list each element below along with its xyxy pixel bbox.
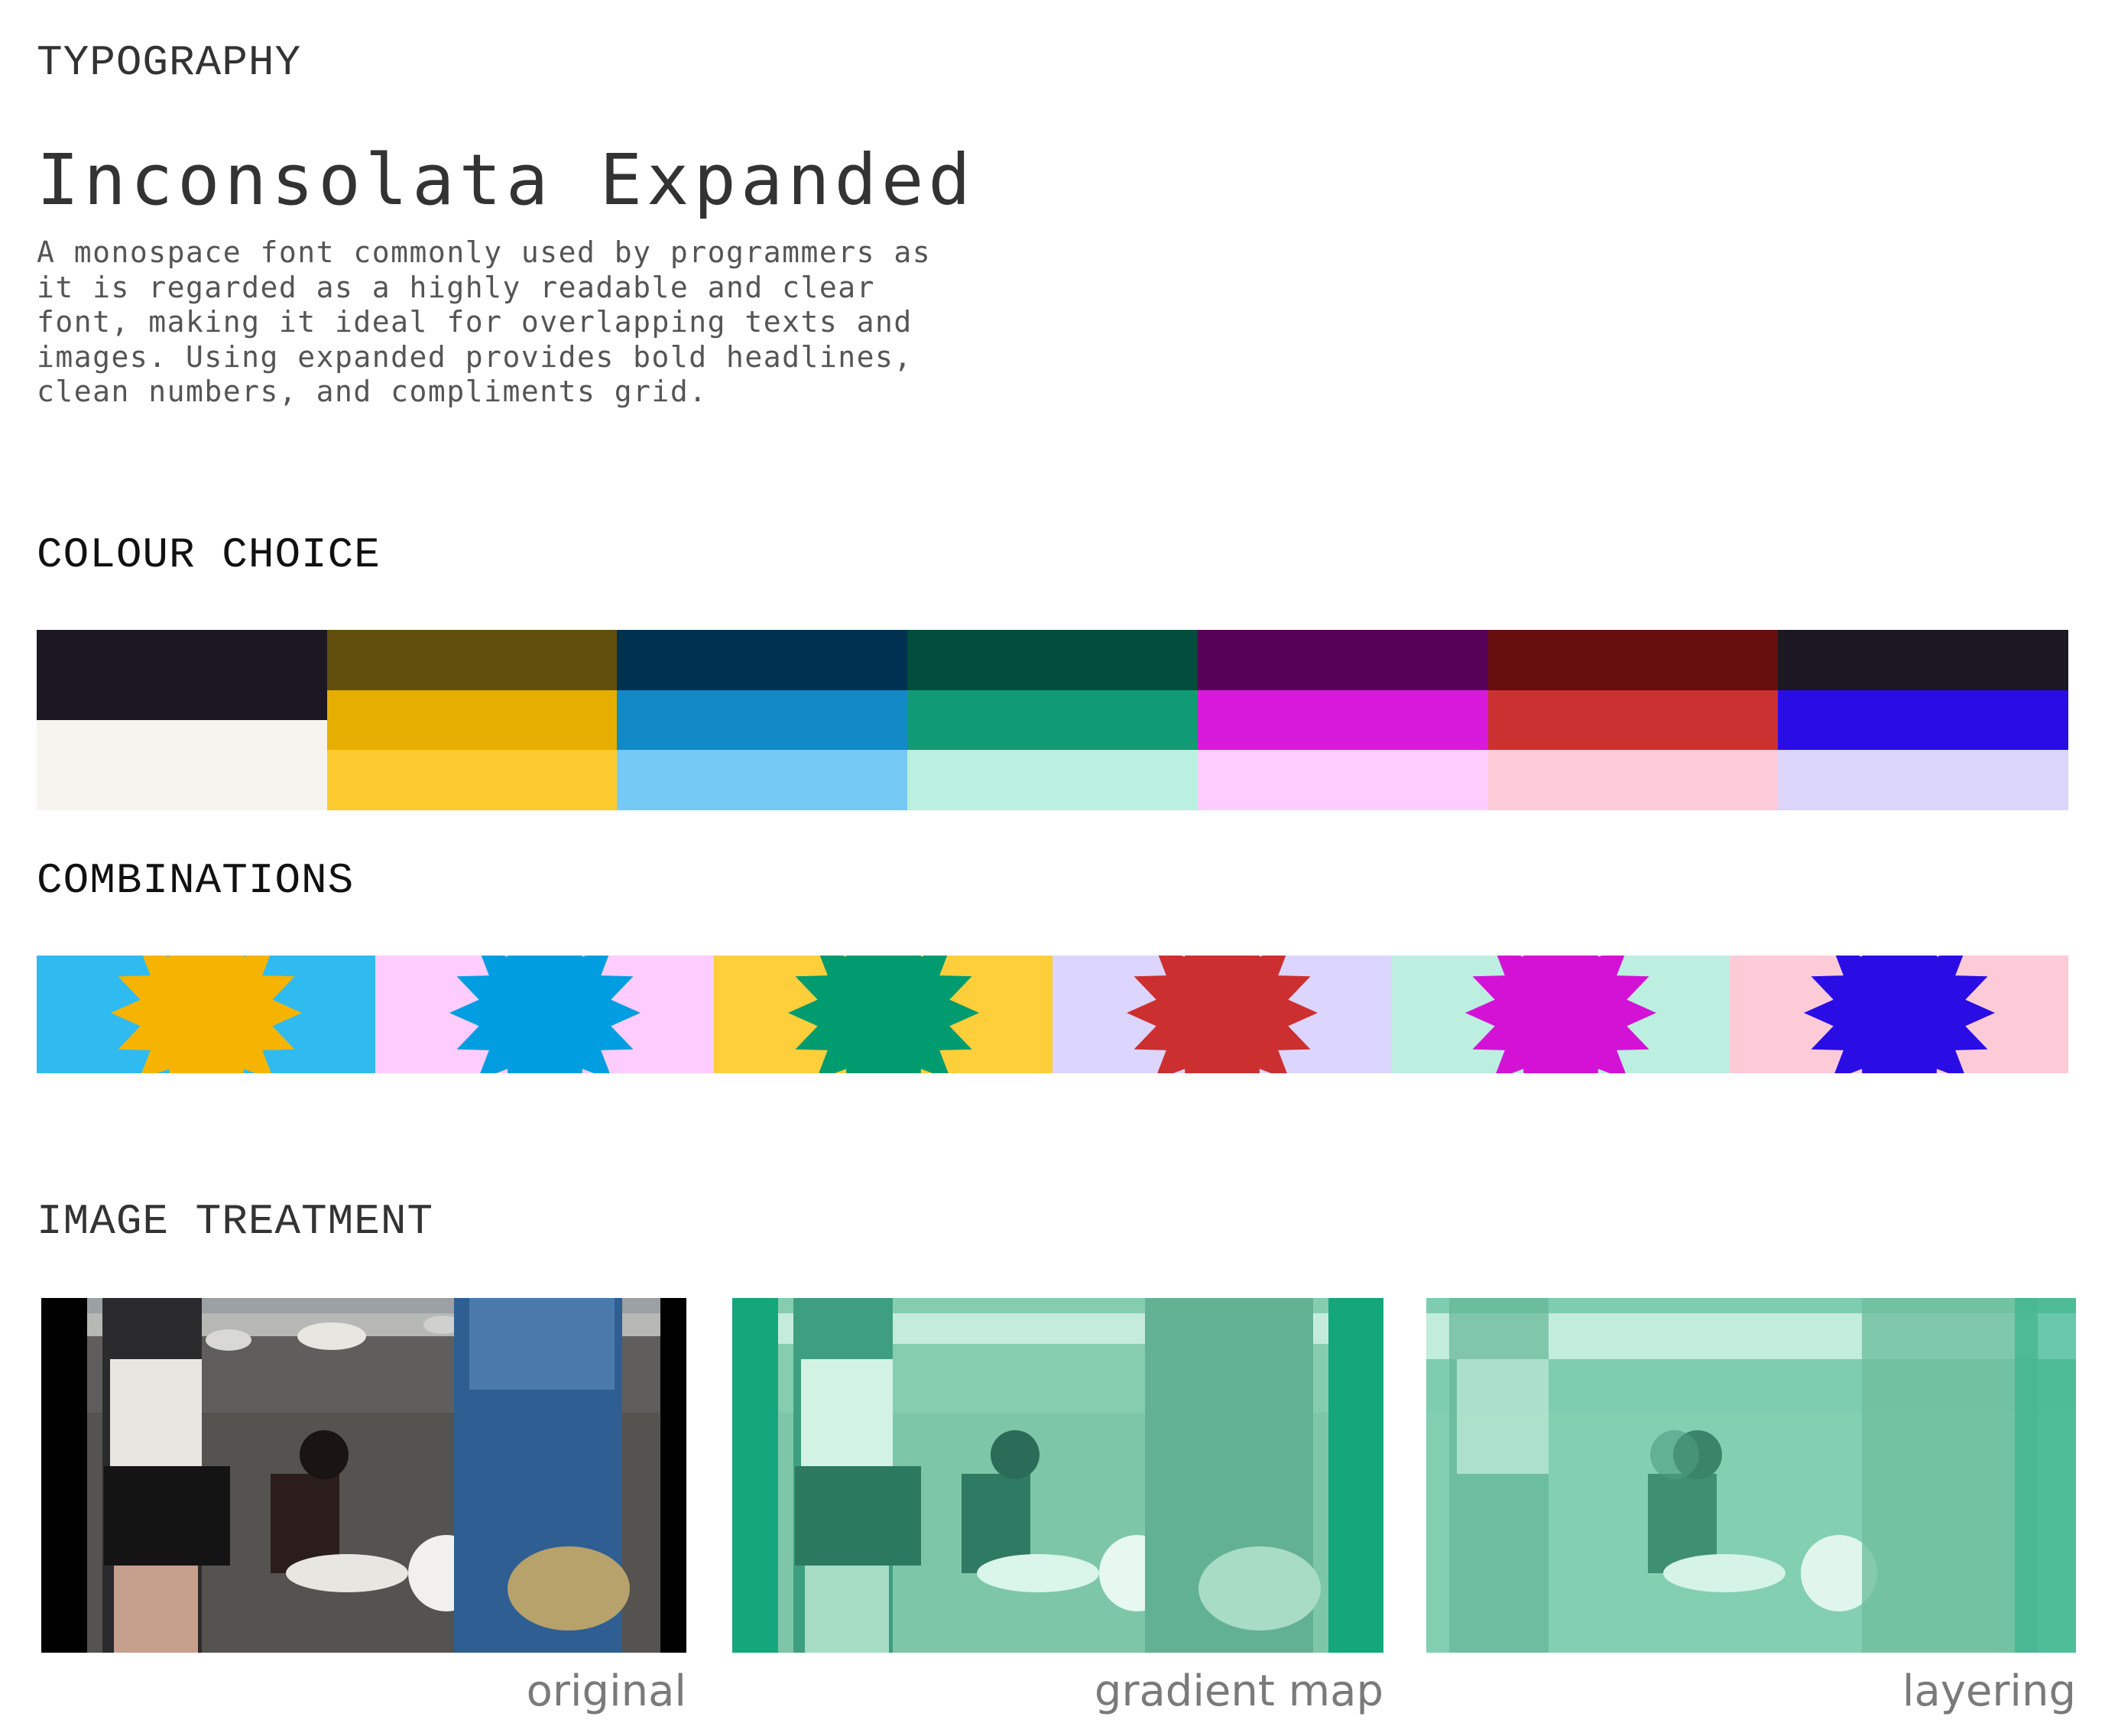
colour-swatch	[1197, 750, 1488, 811]
palette-column	[37, 630, 327, 810]
colour-swatch	[617, 630, 908, 690]
photo-gradient-map-illustration	[732, 1298, 1383, 1653]
description-line: A monospace font commonly used by progra…	[37, 235, 932, 269]
colour-swatch	[326, 690, 618, 751]
starburst-polygon	[787, 956, 979, 1073]
combination-tile	[714, 956, 1052, 1073]
starburst-polygon	[1126, 956, 1318, 1073]
starburst-shape	[1126, 956, 1318, 1073]
palette-column	[326, 630, 618, 811]
photo-layering-illustration	[1426, 1298, 2076, 1653]
gradient-map-photo	[732, 1298, 1383, 1653]
font-name-title: Inconsolata Expanded	[37, 139, 975, 221]
description-line: it is regarded as a highly readable and …	[37, 270, 876, 304]
colour-swatch	[1197, 630, 1488, 690]
colour-swatch	[907, 630, 1198, 690]
palette-column	[1487, 630, 1779, 811]
colour-swatch	[1487, 750, 1779, 811]
starburst-shape	[787, 956, 979, 1073]
combinations-heading: COMBINATIONS	[37, 856, 355, 905]
description-line: clean numbers, and compliments grid.	[37, 375, 708, 408]
starburst-polygon	[1464, 956, 1656, 1073]
colour-swatch	[907, 750, 1198, 811]
colour-swatch	[37, 630, 327, 720]
typography-heading: TYPOGRAPHY	[37, 38, 302, 87]
colour-swatch	[326, 630, 618, 690]
description-line: font, making it ideal for overlapping te…	[37, 305, 913, 339]
caption-layering: layering	[1902, 1666, 2076, 1716]
palette-column	[617, 630, 908, 811]
starburst-shape	[449, 956, 641, 1073]
colour-swatch	[1487, 630, 1779, 690]
caption-original: original	[526, 1666, 686, 1716]
palette-column	[1778, 630, 2069, 811]
colour-swatch	[1778, 630, 2069, 690]
colour-choice-heading: COLOUR CHOICE	[37, 531, 381, 579]
colour-swatch	[326, 750, 618, 811]
image-treatment-heading: IMAGE TREATMENT	[37, 1197, 434, 1246]
combination-tile	[1052, 956, 1391, 1073]
description-line: images. Using expanded provides bold hea…	[37, 339, 913, 374]
colour-swatch	[617, 750, 908, 811]
starburst-polygon	[110, 956, 302, 1073]
original-photo	[41, 1298, 686, 1653]
starburst-shape	[1803, 956, 1995, 1073]
combinations-strip	[37, 956, 2068, 1073]
palette-column	[1197, 630, 1488, 811]
starburst-shape	[1464, 956, 1656, 1073]
starburst-polygon	[1803, 956, 1995, 1073]
colour-swatch	[617, 690, 908, 751]
starburst-shape	[110, 956, 302, 1073]
combination-tile	[1730, 956, 2068, 1073]
starburst-polygon	[449, 956, 641, 1073]
colour-swatch	[1778, 690, 2069, 751]
font-description: A monospace font commonly used by progra…	[37, 235, 1030, 410]
palette-column	[907, 630, 1198, 811]
colour-swatch	[907, 690, 1198, 751]
caption-gradient-map: gradient map	[1094, 1666, 1383, 1716]
combination-tile	[1391, 956, 1730, 1073]
photo-original-illustration	[41, 1298, 686, 1653]
colour-swatch	[1197, 690, 1488, 751]
colour-swatch	[1778, 750, 2069, 811]
combination-tile	[37, 956, 375, 1073]
colour-swatch	[37, 720, 327, 810]
colour-swatch	[1487, 690, 1779, 751]
colour-palette	[37, 630, 2069, 811]
combination-tile	[375, 956, 714, 1073]
layering-photo	[1426, 1298, 2076, 1653]
